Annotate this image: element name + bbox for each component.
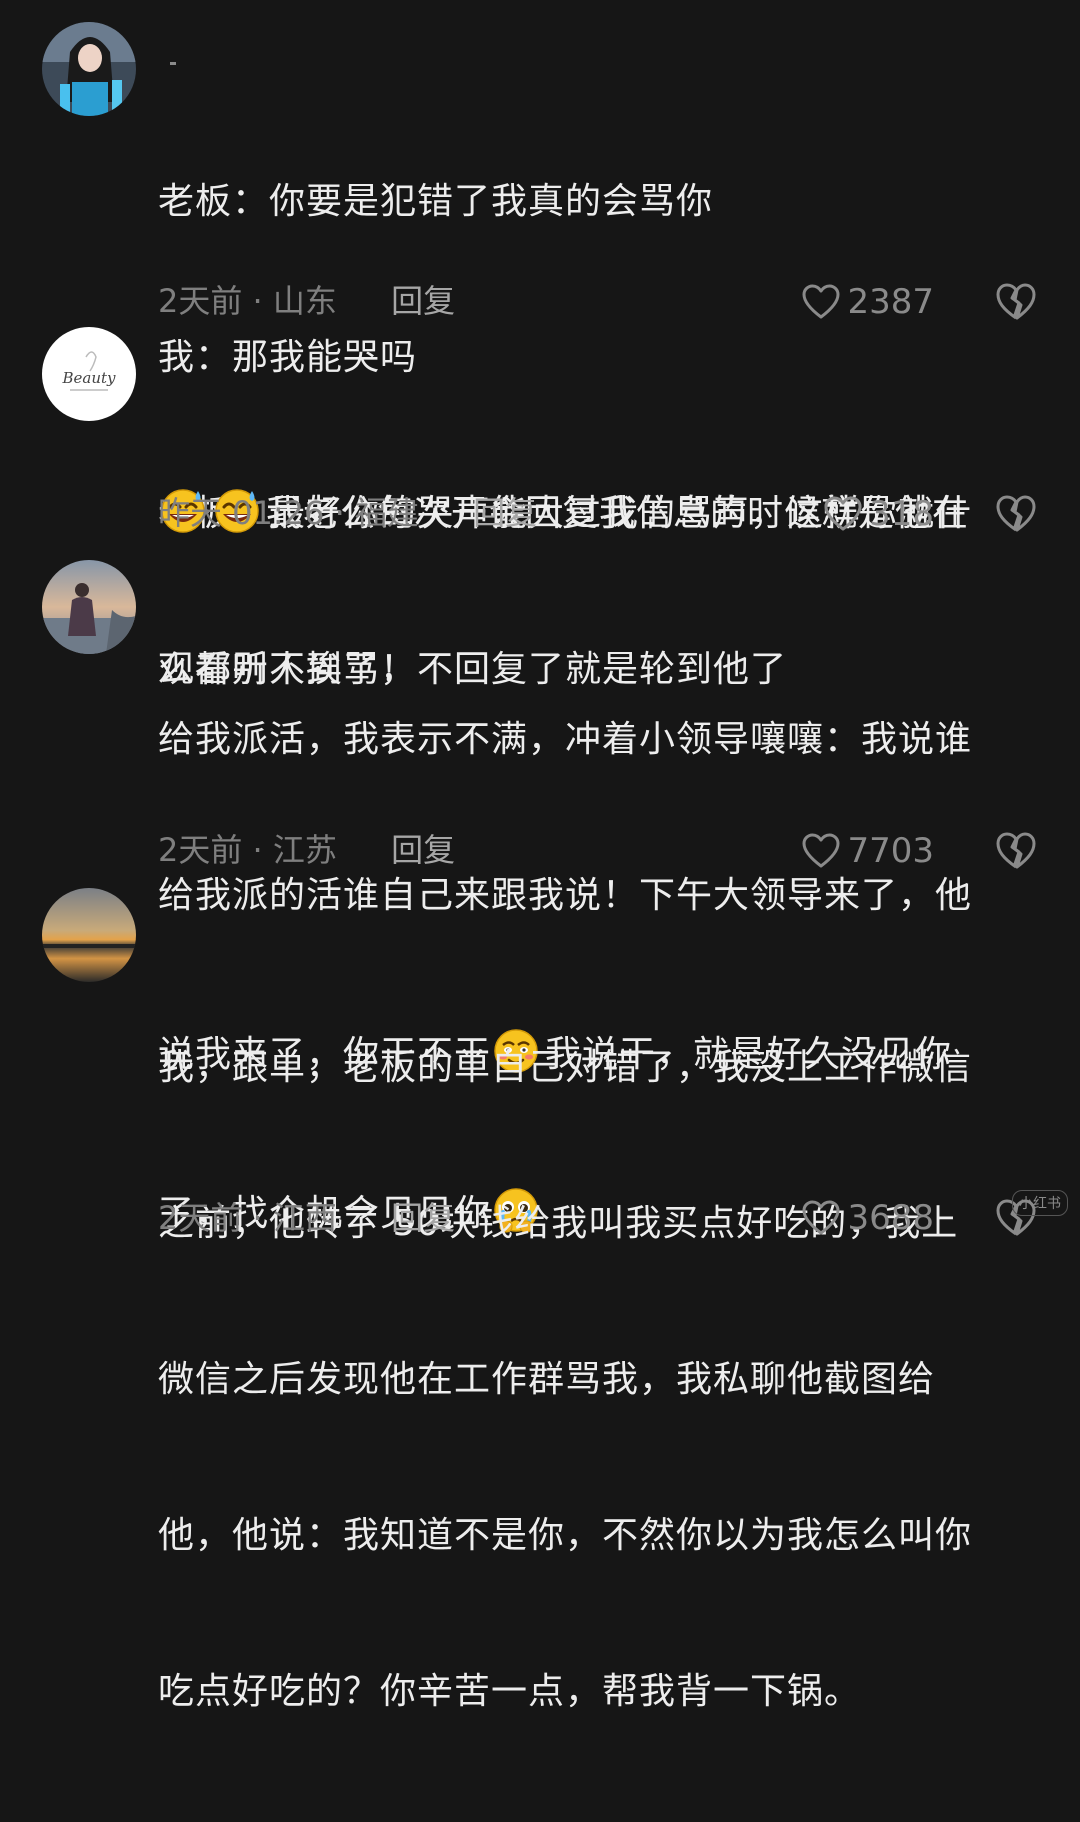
avatar-logo-text: Beauty xyxy=(61,369,116,387)
like-button[interactable]: 3688 xyxy=(801,1196,934,1240)
broken-heart-icon xyxy=(994,280,1038,324)
avatar[interactable] xyxy=(42,888,136,982)
avatar[interactable] xyxy=(42,22,136,116)
comment-line: 吃点好吃的？你辛苦一点，帮我背一下锅。 xyxy=(158,1671,862,1712)
heart-outline-icon xyxy=(823,494,863,534)
like-button[interactable]: 318 xyxy=(823,492,934,536)
comment-line: 给我派活，我表示不满，冲着小领导嚷嚷：我说谁 xyxy=(158,719,973,760)
timestamp-location: 2天前 · 江苏 xyxy=(158,831,337,869)
comment-line: 他，他说：我知道不是你，不然你以为我怎么叫你 xyxy=(158,1515,973,1556)
reply-button[interactable]: 回复 xyxy=(391,831,455,869)
like-button[interactable]: 2387 xyxy=(801,280,934,324)
reply-button[interactable]: 回复 xyxy=(473,494,537,532)
comment-meta: 2天前 · 江苏 回复 xyxy=(158,828,455,872)
avatar[interactable]: Beauty xyxy=(42,327,136,421)
reply-button[interactable]: 回复 xyxy=(391,1199,455,1237)
comment-meta: 2天前 · 江西 回复 xyxy=(158,1196,455,1240)
timestamp-location: 昨天 01:26 · 福建 xyxy=(158,494,419,532)
dislike-button[interactable] xyxy=(994,829,1038,873)
dislike-button[interactable] xyxy=(994,492,1038,536)
heart-outline-icon xyxy=(801,831,841,871)
comment-meta: 2天前 · 山东 回复 xyxy=(158,279,455,323)
comment-text: 我，跟单，老板的单自己对错了，我没上工作微信 之前，他转了 50块钱给我叫我买点… xyxy=(158,938,1038,1822)
avatar-sunset-person-icon xyxy=(42,560,136,654)
like-count: 2387 xyxy=(847,282,934,322)
heart-outline-icon xyxy=(801,1198,841,1238)
broken-heart-icon xyxy=(994,829,1038,873)
comment-line: 老板：你要是犯错了我真的会骂你 xyxy=(158,181,714,222)
heart-outline-icon xyxy=(801,282,841,322)
reply-button[interactable]: 回复 xyxy=(391,282,455,320)
like-count: 7703 xyxy=(847,831,934,871)
comment-line: 我，跟单，老板的单自己对错了，我没上工作微信 xyxy=(158,1047,973,1088)
like-count: 3688 xyxy=(847,1198,934,1238)
broken-heart-icon xyxy=(994,492,1038,536)
username-placeholder xyxy=(170,62,176,65)
comment-line: 微信之后发现他在工作群骂我，我私聊他截图给 xyxy=(158,1359,936,1400)
watermark-badge: 小红书 xyxy=(1012,1190,1068,1216)
dislike-button[interactable] xyxy=(994,280,1038,324)
timestamp-location: 2天前 · 江西 xyxy=(158,1199,337,1237)
like-button[interactable]: 7703 xyxy=(801,829,934,873)
comment-line: 我：那我能哭吗 xyxy=(158,337,418,378)
avatar-beauty-logo-icon: Beauty xyxy=(42,327,136,421)
avatar-lake-sunset-icon xyxy=(42,888,136,982)
comment-line: 给我派的活谁自己来跟我说！下午大领导来了，他 xyxy=(158,875,973,916)
like-count: 318 xyxy=(869,494,934,534)
timestamp-location: 2天前 · 山东 xyxy=(158,282,337,320)
avatar-photo-icon xyxy=(42,22,136,116)
comment-meta: 昨天 01:26 · 福建 回复 xyxy=(158,491,537,535)
avatar[interactable] xyxy=(42,560,136,654)
